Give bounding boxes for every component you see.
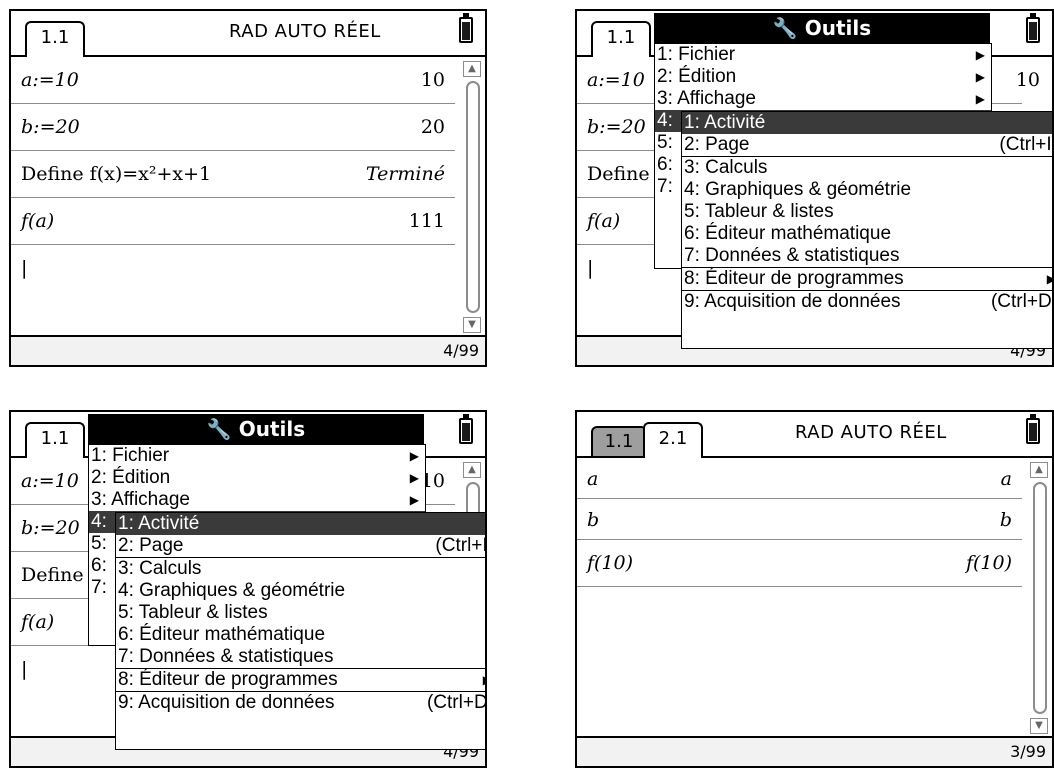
history-row[interactable]: b:=20 20 bbox=[11, 104, 455, 151]
battery-icon bbox=[459, 414, 473, 444]
document-settings: RAD AUTO RÉEL bbox=[795, 422, 947, 443]
calculator-screen-1: 1.1 RAD AUTO RÉEL a:=10 10 b:=20 20 Defi… bbox=[9, 9, 487, 367]
status-bar: 3/99 bbox=[577, 736, 1052, 766]
menu-title: 🔧 Outils bbox=[88, 414, 424, 444]
scroll-down-icon[interactable]: ▼ bbox=[1030, 718, 1048, 734]
menu-title: 🔧 Outils bbox=[654, 13, 990, 43]
entry-input: b:=20 bbox=[587, 116, 646, 138]
menu-item-fichier[interactable]: 1: Fichier ▶ bbox=[89, 445, 425, 467]
entry-input: f(a) bbox=[587, 210, 621, 232]
scroll-track[interactable] bbox=[466, 81, 480, 313]
submenu-item-programmes[interactable]: 8: Éditeur de programmes▶ bbox=[682, 268, 1052, 291]
scrollbar[interactable]: ▲ ▼ bbox=[463, 61, 483, 333]
calculator-history[interactable]: a:=10 10 b:=20 20 Define f(x)=x²+x+1 Ter… bbox=[11, 57, 455, 335]
battery-icon bbox=[1026, 13, 1040, 43]
battery-icon bbox=[1026, 414, 1040, 444]
wrench-icon: 🔧 bbox=[772, 16, 798, 40]
entry-result: 10 bbox=[420, 69, 445, 91]
text-cursor: | bbox=[587, 257, 594, 279]
history-row[interactable]: a a bbox=[577, 458, 1022, 499]
entry-result: 10 bbox=[1015, 69, 1040, 91]
entry-input: a bbox=[587, 468, 599, 490]
menu-item-fichier[interactable]: 1: Fichier ▶ bbox=[655, 44, 991, 66]
calculator-screen-3: 1.1 a:=10 10 b:=20 Define f(a) | ▲ ▼ 4/9… bbox=[9, 410, 487, 768]
insert-submenu: 1: Activité 2: Page(Ctrl+I) 3: Calculs 4… bbox=[115, 512, 485, 750]
entry-count: 4/99 bbox=[443, 341, 479, 360]
entry-input: a:=10 bbox=[21, 69, 79, 91]
document-settings: RAD AUTO RÉEL bbox=[229, 21, 381, 42]
entry-input: f(a) bbox=[21, 210, 55, 232]
entry-input: a:=10 bbox=[587, 69, 645, 91]
history-row[interactable]: f(a) 111 bbox=[11, 198, 455, 245]
menu-item-affichage[interactable]: 3: Affichage ▶ bbox=[89, 489, 425, 511]
entry-result: a bbox=[1000, 468, 1012, 490]
entry-input: f(10) bbox=[587, 552, 634, 574]
submenu-item-calculs[interactable]: 3: Calculs bbox=[682, 157, 1052, 179]
entry-input: b bbox=[587, 509, 600, 531]
entry-input: Define bbox=[21, 564, 84, 586]
tab-2-1[interactable]: 2.1 bbox=[643, 422, 703, 458]
entry-result: 111 bbox=[408, 210, 445, 232]
submenu-item-calculs[interactable]: 3: Calculs bbox=[116, 558, 485, 580]
calculator-history[interactable]: a a b b f(10) f(10) bbox=[577, 458, 1022, 736]
entry-line[interactable]: | bbox=[11, 245, 455, 291]
submenu-item-graphiques[interactable]: 4: Graphiques & géométrie bbox=[116, 580, 485, 602]
tab-1-1[interactable]: 1.1 bbox=[25, 21, 85, 57]
menu-item-edition[interactable]: 2: Édition ▶ bbox=[89, 467, 425, 489]
submenu-item-tableur[interactable]: 5: Tableur & listes bbox=[682, 201, 1052, 223]
insert-submenu: 1: Activité 2: Page(Ctrl+I) 3: Calculs 4… bbox=[681, 111, 1052, 349]
scrollbar[interactable]: ▲ ▼ bbox=[1030, 462, 1050, 734]
submenu-item-activite[interactable]: 1: Activité bbox=[116, 513, 485, 535]
wrench-icon: 🔧 bbox=[206, 417, 232, 441]
calculator-screen-4: 1.1 2.1 RAD AUTO RÉEL a a b b f(10) f(10… bbox=[575, 410, 1054, 768]
submenu-item-acquisition[interactable]: 9: Acquisition de données(Ctrl+D) bbox=[682, 291, 1052, 313]
scroll-track[interactable] bbox=[1033, 482, 1047, 714]
submenu-item-acquisition[interactable]: 9: Acquisition de données(Ctrl+D) bbox=[116, 692, 485, 714]
entry-result: 20 bbox=[420, 116, 445, 138]
submenu-item-donnees[interactable]: 7: Données & statistiques bbox=[116, 646, 485, 669]
entry-count: 3/99 bbox=[1010, 742, 1046, 761]
submenu-item-graphiques[interactable]: 4: Graphiques & géométrie bbox=[682, 179, 1052, 201]
submenu-item-editeur-math[interactable]: 6: Éditeur mathématique bbox=[682, 223, 1052, 245]
status-bar: 4/99 bbox=[11, 335, 485, 365]
entry-result: Terminé bbox=[365, 163, 445, 185]
entry-input: b:=20 bbox=[21, 517, 80, 539]
submenu-item-activite[interactable]: 1: Activité bbox=[682, 112, 1052, 134]
battery-icon bbox=[459, 13, 473, 43]
scroll-down-icon[interactable]: ▼ bbox=[463, 317, 481, 333]
submenu-item-page[interactable]: 2: Page(Ctrl+I) bbox=[682, 134, 1052, 157]
entry-input: f(a) bbox=[21, 611, 55, 633]
text-cursor: | bbox=[21, 658, 28, 680]
entry-input: b:=20 bbox=[21, 116, 80, 138]
entry-result: f(10) bbox=[965, 552, 1012, 574]
text-cursor: | bbox=[21, 257, 28, 279]
entry-input: a:=10 bbox=[21, 470, 79, 492]
tab-bar: 1.1 2.1 RAD AUTO RÉEL bbox=[577, 412, 1052, 458]
tab-bar: 1.1 RAD AUTO RÉEL bbox=[11, 11, 485, 57]
submenu-item-donnees[interactable]: 7: Données & statistiques bbox=[682, 245, 1052, 268]
scroll-up-icon[interactable]: ▲ bbox=[463, 462, 481, 478]
entry-result: b bbox=[999, 509, 1012, 531]
tab-1-1[interactable]: 1.1 bbox=[25, 422, 85, 458]
submenu-item-page[interactable]: 2: Page(Ctrl+I) bbox=[116, 535, 485, 558]
menu-item-affichage[interactable]: 3: Affichage ▶ bbox=[655, 88, 991, 110]
scroll-up-icon[interactable]: ▲ bbox=[1030, 462, 1048, 478]
history-row[interactable]: b b bbox=[577, 499, 1022, 540]
tab-1-1[interactable]: 1.1 bbox=[591, 426, 647, 456]
entry-input: Define bbox=[587, 163, 650, 185]
scroll-up-icon[interactable]: ▲ bbox=[463, 61, 481, 77]
history-row[interactable]: a:=10 10 bbox=[11, 57, 455, 104]
tab-1-1[interactable]: 1.1 bbox=[591, 21, 651, 57]
submenu-item-editeur-math[interactable]: 6: Éditeur mathématique bbox=[116, 624, 485, 646]
submenu-item-tableur[interactable]: 5: Tableur & listes bbox=[116, 602, 485, 624]
history-row[interactable]: Define f(x)=x²+x+1 Terminé bbox=[11, 151, 455, 198]
entry-input: Define f(x)=x²+x+1 bbox=[21, 163, 212, 185]
history-row[interactable]: f(10) f(10) bbox=[577, 540, 1022, 587]
menu-item-edition[interactable]: 2: Édition ▶ bbox=[655, 66, 991, 88]
calculator-screen-2: 1.1 a:=10 10 b:=20 Define f(a) | 4/99 🔧 … bbox=[575, 9, 1054, 367]
submenu-item-programmes[interactable]: 8: Éditeur de programmes▶ bbox=[116, 669, 485, 692]
